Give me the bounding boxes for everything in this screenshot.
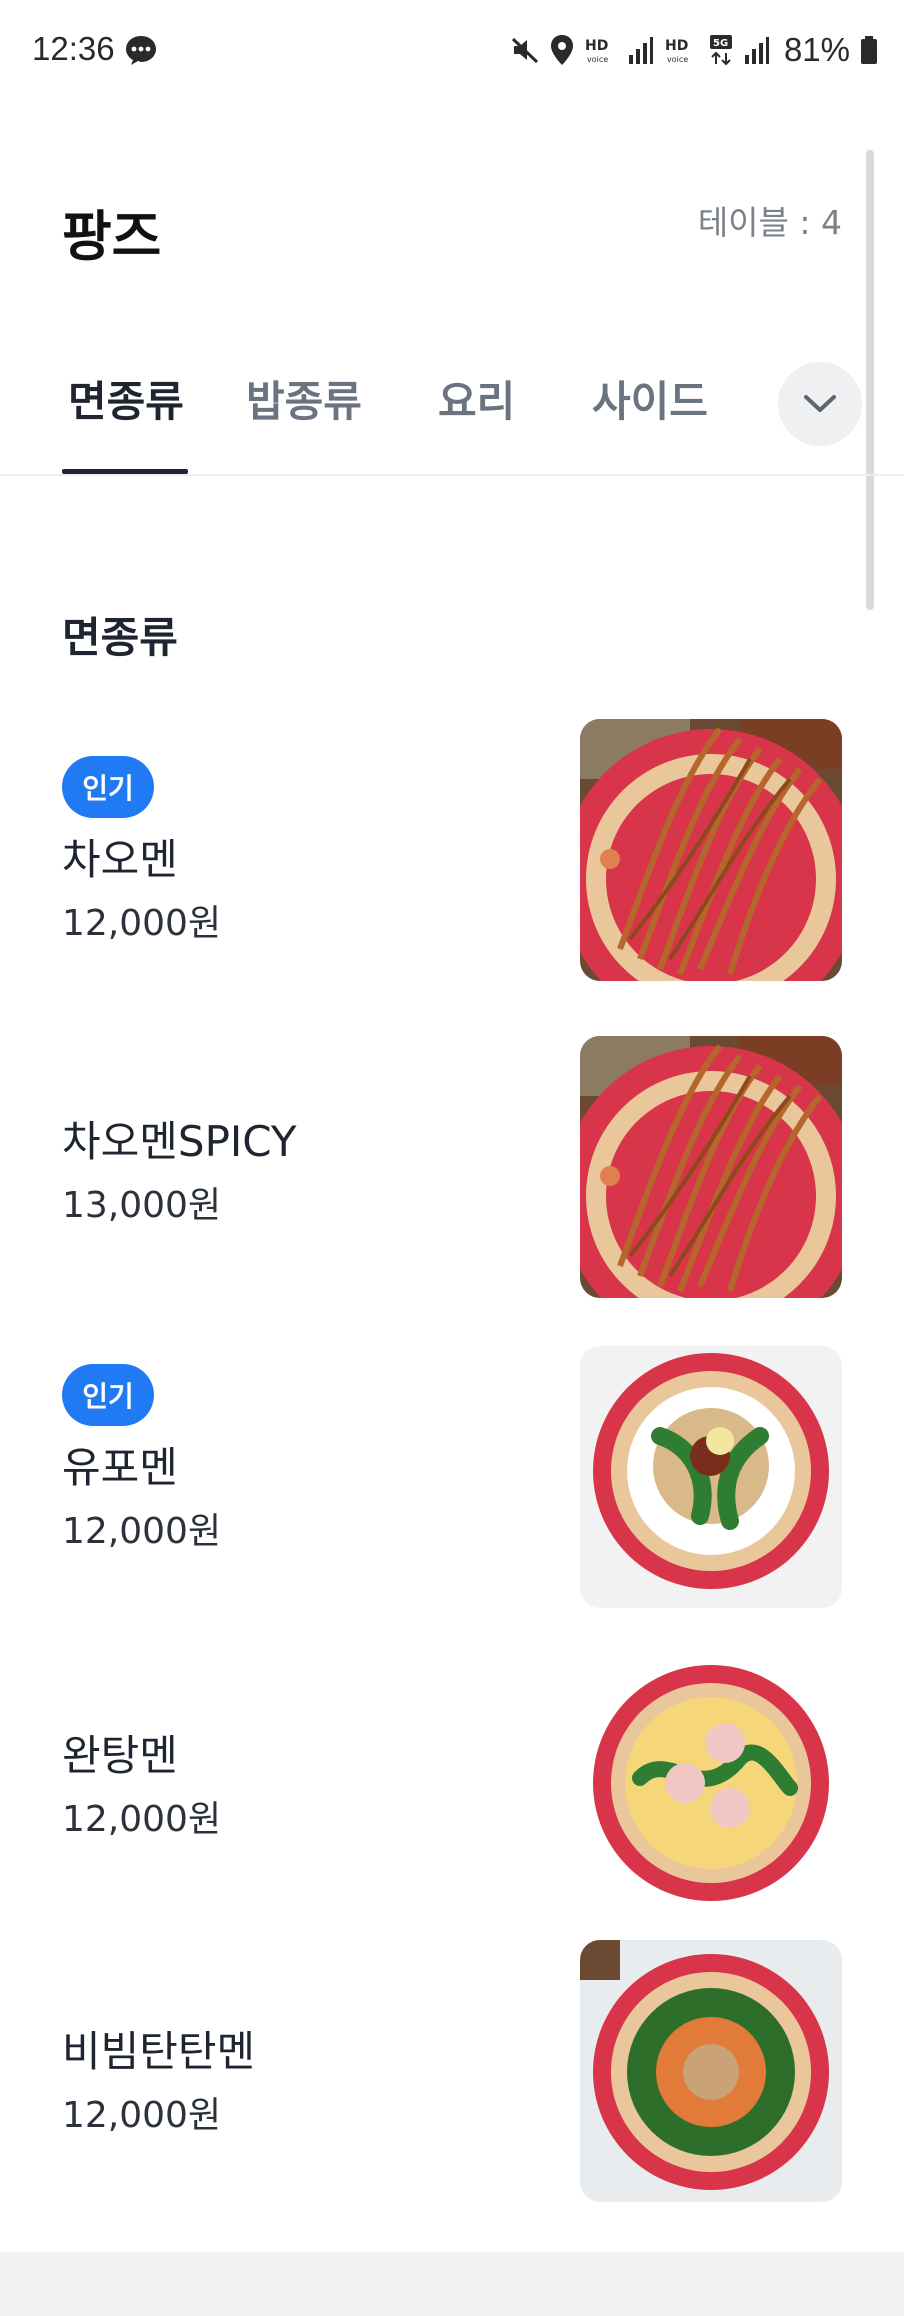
signal-icon [628, 37, 653, 64]
menu-item-name: 차오멘SPICY [62, 1117, 297, 1166]
menu-item-name: 완탕멘 [62, 1731, 178, 1780]
menu-item[interactable]: 비빔탄탄멘 12,000원 [0, 1940, 904, 2204]
menu-item-price: 12,000원 [62, 903, 222, 944]
message-icon [126, 36, 156, 65]
menu-item-name: 비빔탄탄멘 [62, 2027, 256, 2076]
status-icons: HD voice HD voice 5G 81% [510, 28, 878, 72]
store-name: 팡즈 [62, 205, 162, 268]
hd-voice-icon: HD voice [585, 38, 608, 64]
menu-item-name: 유포멘 [62, 1443, 178, 1492]
status-time: 12:36 [32, 30, 115, 67]
svg-text:voice: voice [667, 55, 688, 64]
tab-sides[interactable]: 사이드 [592, 368, 708, 429]
menu-item[interactable]: 완탕멘 12,000원 [0, 1658, 904, 1922]
tab-rice[interactable]: 밥종류 [246, 368, 362, 429]
menu-item-image [580, 1036, 842, 1298]
status-bar: 12:36 HD voice HD voice 5G 81% [0, 0, 904, 104]
menu-item-image [580, 1940, 842, 2202]
signal-icon [744, 37, 769, 64]
chevron-down-icon [804, 395, 836, 412]
svg-text:5G: 5G [713, 38, 728, 49]
tabs-expand-button[interactable] [778, 362, 862, 446]
mute-icon [511, 37, 538, 64]
menu-item-name: 차오멘 [62, 835, 178, 884]
table-number: 테이블 : 4 [697, 203, 842, 242]
hd-voice-icon: HD voice [665, 38, 688, 64]
bottom-bar [0, 2252, 904, 2316]
menu-item-image [580, 1658, 842, 1920]
category-tabs: 면종류 밥종류 요리 사이드 [0, 330, 904, 476]
menu-item-price: 12,000원 [62, 1799, 222, 1840]
menu-item[interactable]: 차오멘SPICY 13,000원 [0, 1034, 904, 1298]
popular-badge: 인기 [62, 1364, 154, 1426]
tab-dishes[interactable]: 요리 [438, 368, 515, 429]
battery-percent: 81% [783, 31, 850, 68]
active-tab-indicator [62, 469, 188, 474]
menu-item[interactable]: 인기 차오멘 12,000원 [0, 718, 904, 982]
menu-item-image [580, 719, 842, 981]
tab-noodles[interactable]: 면종류 [68, 368, 184, 429]
menu-item-price: 12,000원 [62, 1511, 222, 1552]
section-title: 면종류 [62, 613, 178, 662]
menu-item-price: 12,000원 [62, 2095, 222, 2136]
battery-icon [861, 36, 877, 64]
popular-badge: 인기 [62, 756, 154, 818]
svg-text:HD: HD [585, 38, 608, 54]
svg-text:HD: HD [665, 38, 688, 54]
menu-item-image [580, 1346, 842, 1608]
svg-text:voice: voice [587, 55, 608, 64]
menu-item-price: 13,000원 [62, 1185, 222, 1226]
location-icon [550, 35, 573, 65]
menu-item[interactable]: 인기 유포멘 12,000원 [0, 1346, 904, 1610]
5g-icon: 5G [709, 35, 732, 66]
